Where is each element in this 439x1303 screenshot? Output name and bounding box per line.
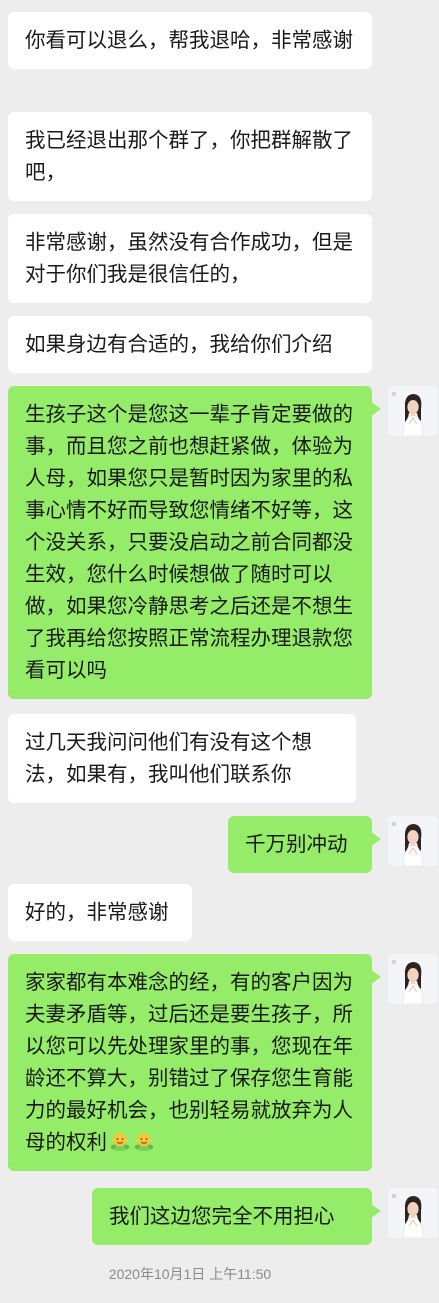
message-bubble-incoming[interactable]: 非常感谢，虽然没有合作成功，但是对于你们我是很信任的， xyxy=(8,214,372,303)
message-text: 好的，非常感谢 xyxy=(25,900,169,924)
avatar-portrait-icon xyxy=(388,954,438,1004)
avatar-portrait-icon xyxy=(388,386,438,436)
avatar[interactable] xyxy=(388,1188,438,1238)
message-text: 家家都有本难念的经，有的客户因为夫妻矛盾等，过后还是要生孩子，所以您可以先处理家… xyxy=(25,970,353,1154)
message-bubble-outgoing[interactable]: 生孩子这个是您这一辈子肯定要做的事，而且您之前也想赶紧做，体验为人母，如果您只是… xyxy=(8,386,381,699)
avatar[interactable] xyxy=(388,954,438,1004)
message-bubble-outgoing[interactable]: 千万别冲动 xyxy=(228,816,381,873)
message-bubble-incoming[interactable]: 我已经退出那个群了，你把群解散了吧， xyxy=(8,112,372,201)
message-bubble-incoming[interactable]: 如果身边有合适的，我给你们介绍 xyxy=(8,316,372,373)
message-bubble-incoming[interactable]: 你看可以退么，帮我退哈，非常感谢 xyxy=(8,12,372,69)
message-text: 过几天我问问他们有没有这个想法，如果有，我叫他们联系你 xyxy=(25,730,312,786)
avatar[interactable] xyxy=(388,816,438,866)
hugging-face-icon xyxy=(133,1130,155,1152)
message-text: 千万别冲动 xyxy=(245,832,348,856)
hugging-face-icon xyxy=(109,1130,131,1152)
message-text: 非常感谢，虽然没有合作成功，但是对于你们我是很信任的， xyxy=(25,230,353,286)
message-text: 如果身边有合适的，我给你们介绍 xyxy=(25,332,333,356)
avatar-portrait-icon xyxy=(388,1188,438,1238)
message-text: 你看可以退么，帮我退哈，非常感谢 xyxy=(25,28,353,52)
message-bubble-incoming[interactable]: 过几天我问问他们有没有这个想法，如果有，我叫他们联系你 xyxy=(8,714,356,803)
message-bubble-incoming[interactable]: 好的，非常感谢 xyxy=(8,884,192,941)
avatar-portrait-icon xyxy=(388,816,438,866)
message-bubble-outgoing[interactable]: 我们这边您完全不用担心 xyxy=(92,1188,381,1245)
timestamp: 2020年10月1日 上午11:50 xyxy=(108,1266,272,1282)
message-text: 我已经退出那个群了，你把群解散了吧， xyxy=(25,128,353,184)
message-text: 我们这边您完全不用担心 xyxy=(109,1204,335,1228)
avatar[interactable] xyxy=(388,386,438,436)
message-bubble-outgoing[interactable]: 家家都有本难念的经，有的客户因为夫妻矛盾等，过后还是要生孩子，所以您可以先处理家… xyxy=(8,954,381,1171)
message-text: 生孩子这个是您这一辈子肯定要做的事，而且您之前也想赶紧做，体验为人母，如果您只是… xyxy=(25,402,353,682)
